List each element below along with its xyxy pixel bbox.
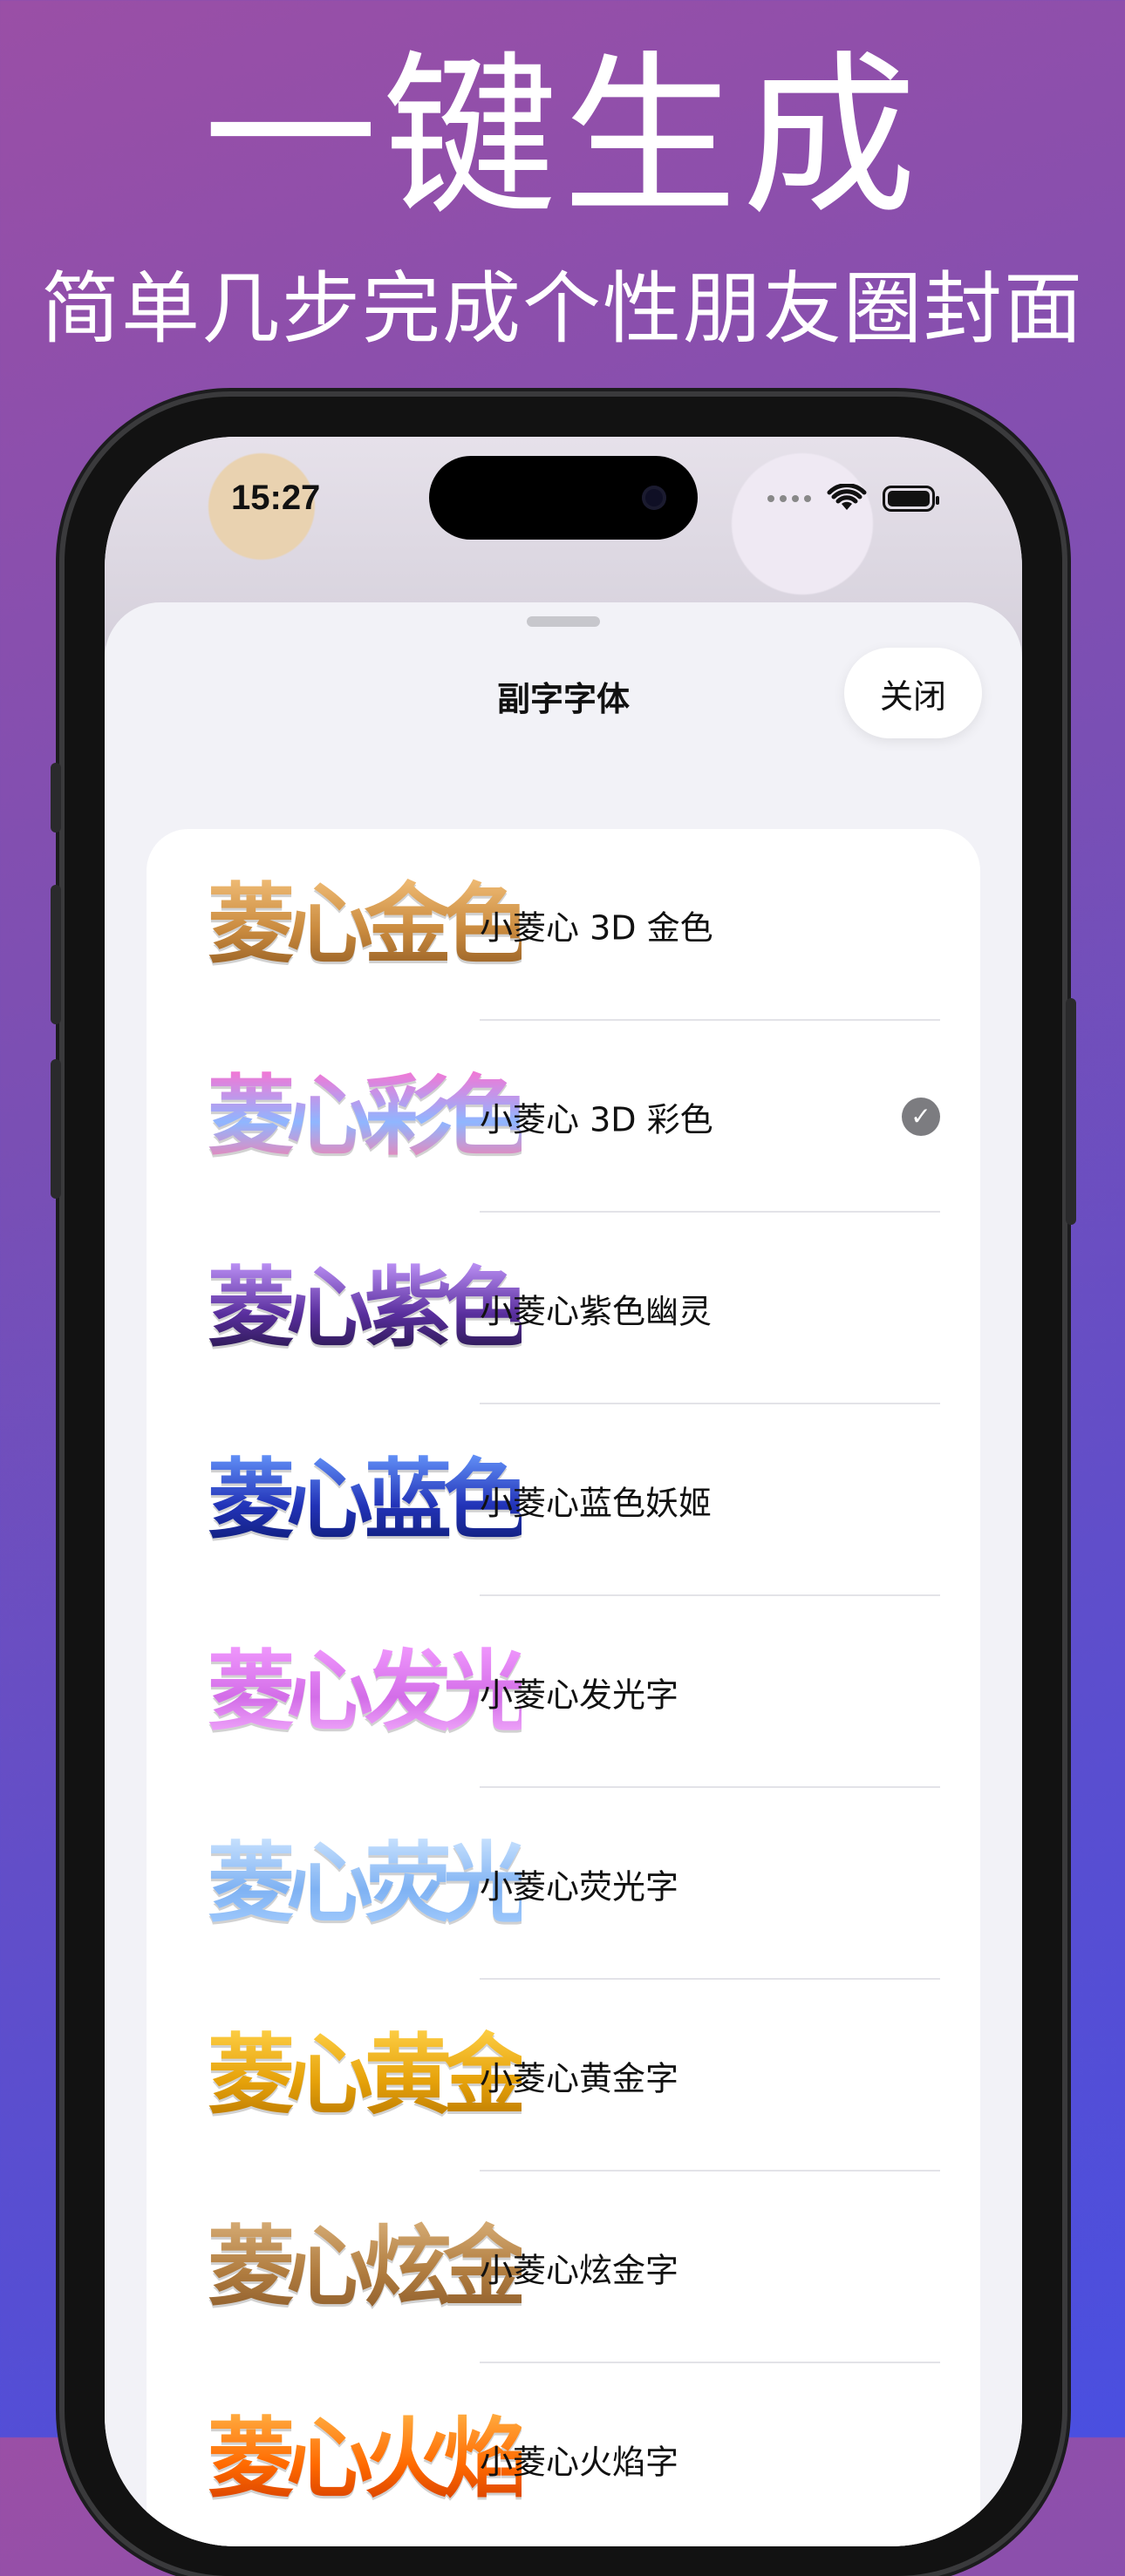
font-sheet: 副字字体 关闭 菱心金色 小菱心 3D 金色 菱心彩色 小菱心 3D 彩色 ✓ 菱心紫色小… — [105, 602, 1022, 2546]
font-label: 小菱心炫金字 — [480, 2251, 679, 2290]
font-row[interactable]: 菱心荧光 小菱心荧光字 — [147, 1788, 980, 1980]
font-preview: 菱心发光 — [208, 1641, 530, 1743]
font-label: 小菱心火焰字 — [480, 2443, 679, 2482]
status-indicators — [767, 484, 939, 513]
font-row[interactable]: 菱心火焰 小菱心火焰字 — [147, 2363, 980, 2546]
sheet-grabber[interactable] — [527, 616, 600, 627]
status-time: 15:27 — [231, 479, 321, 517]
font-preview: 菱心黄金 — [208, 2024, 530, 2126]
font-label: 小菱心发光字 — [480, 1675, 679, 1715]
font-preview: 菱心蓝色 — [208, 1449, 530, 1551]
font-label: 小菱心 3D 金色 — [480, 908, 713, 948]
action-button — [51, 763, 61, 833]
font-label: 小菱心紫色幽灵 — [480, 1292, 712, 1331]
font-row[interactable]: 菱心炫金 小菱心炫金字 — [147, 2172, 980, 2363]
font-row[interactable]: 菱心蓝色 小菱心蓝色妖姬 — [147, 1404, 980, 1596]
font-row[interactable]: 菱心紫色 小菱心紫色幽灵 — [147, 1213, 980, 1404]
font-label: 小菱心 3D 彩色 — [480, 1100, 713, 1139]
font-row[interactable]: 菱心金色 小菱心 3D 金色 — [147, 829, 980, 1021]
promo-headline: 一键生成 — [202, 36, 922, 239]
volume-up-button — [51, 885, 61, 1024]
volume-down-button — [51, 1059, 61, 1199]
font-row[interactable]: 菱心发光 小菱心发光字 — [147, 1596, 980, 1788]
font-label: 小菱心蓝色妖姬 — [480, 1484, 712, 1523]
signal-icon — [767, 495, 811, 502]
font-preview: 菱心炫金 — [208, 2216, 530, 2318]
dynamic-island — [429, 456, 698, 540]
font-preview: 菱心金色 — [208, 873, 530, 975]
font-row[interactable]: 菱心彩色 小菱心 3D 彩色 ✓ — [147, 1021, 980, 1213]
camera-icon — [642, 486, 666, 510]
battery-icon — [883, 486, 939, 512]
promo-subheadline: 简单几步完成个性朋友圈封面 — [41, 263, 1084, 355]
wifi-icon — [827, 484, 867, 510]
phone-frame: 15:27 副字字体 关闭 菱心金色 小菱心 3D 金色 菱心彩色 小菱心 3D 彩色… — [51, 397, 1076, 2576]
font-preview: 菱心火焰 — [208, 2408, 530, 2510]
font-list: 菱心金色 小菱心 3D 金色 菱心彩色 小菱心 3D 彩色 ✓ 菱心紫色 小菱心紫色幽灵 菱心… — [147, 829, 980, 2546]
power-button — [1066, 998, 1076, 1225]
font-preview: 菱心荧光 — [208, 1832, 530, 1934]
close-button[interactable]: 关闭 — [844, 648, 982, 738]
font-label: 小菱心黄金字 — [480, 2059, 679, 2098]
font-label: 小菱心荧光字 — [480, 1867, 679, 1907]
font-preview: 菱心紫色 — [208, 1257, 530, 1359]
phone-screen: 15:27 副字字体 关闭 菱心金色 小菱心 3D 金色 菱心彩色 小菱心 3D 彩色… — [105, 437, 1022, 2546]
checkmark-icon: ✓ — [902, 1098, 940, 1136]
font-preview: 菱心彩色 — [208, 1065, 530, 1167]
font-row[interactable]: 菱心黄金 小菱心黄金字 — [147, 1980, 980, 2172]
